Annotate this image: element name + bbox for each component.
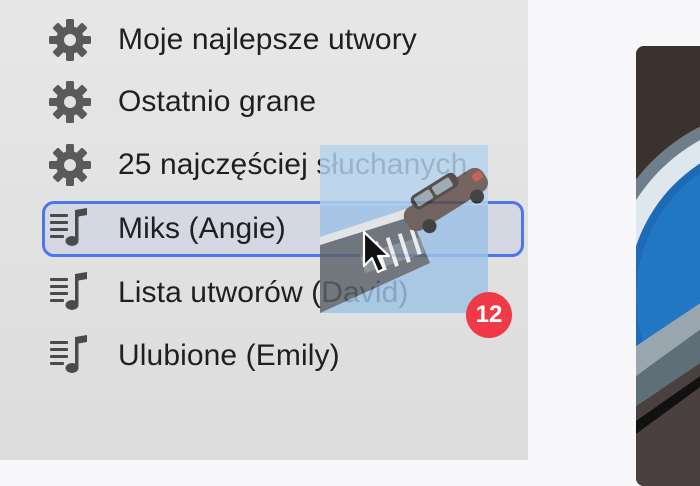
playlist-icon — [46, 332, 94, 380]
drag-count-badge: 12 — [466, 292, 512, 338]
album-artwork[interactable] — [636, 46, 700, 486]
gear-icon — [46, 78, 94, 126]
sidebar-item-ulubione-emily[interactable]: Ulubione (Emily) — [0, 328, 528, 384]
sidebar-item-ostatnio-grane[interactable]: Ostatnio grane — [0, 74, 528, 130]
sidebar-item-label: Ulubione (Emily) — [118, 339, 340, 372]
arrow-cursor-icon — [362, 230, 391, 274]
playlist-icon — [46, 269, 94, 317]
gear-icon — [46, 16, 94, 64]
sidebar-item-label: Ostatnio grane — [118, 85, 317, 118]
sidebar-item-moje-najlepsze-utwory[interactable]: Moje najlepsze utwory — [0, 12, 528, 68]
dragged-artwork-preview — [320, 145, 488, 313]
playlist-icon — [46, 205, 94, 253]
gear-icon — [46, 141, 94, 189]
sidebar-item-label: Miks (Angie) — [118, 212, 286, 245]
sidebar-item-label: Moje najlepsze utwory — [118, 23, 417, 56]
